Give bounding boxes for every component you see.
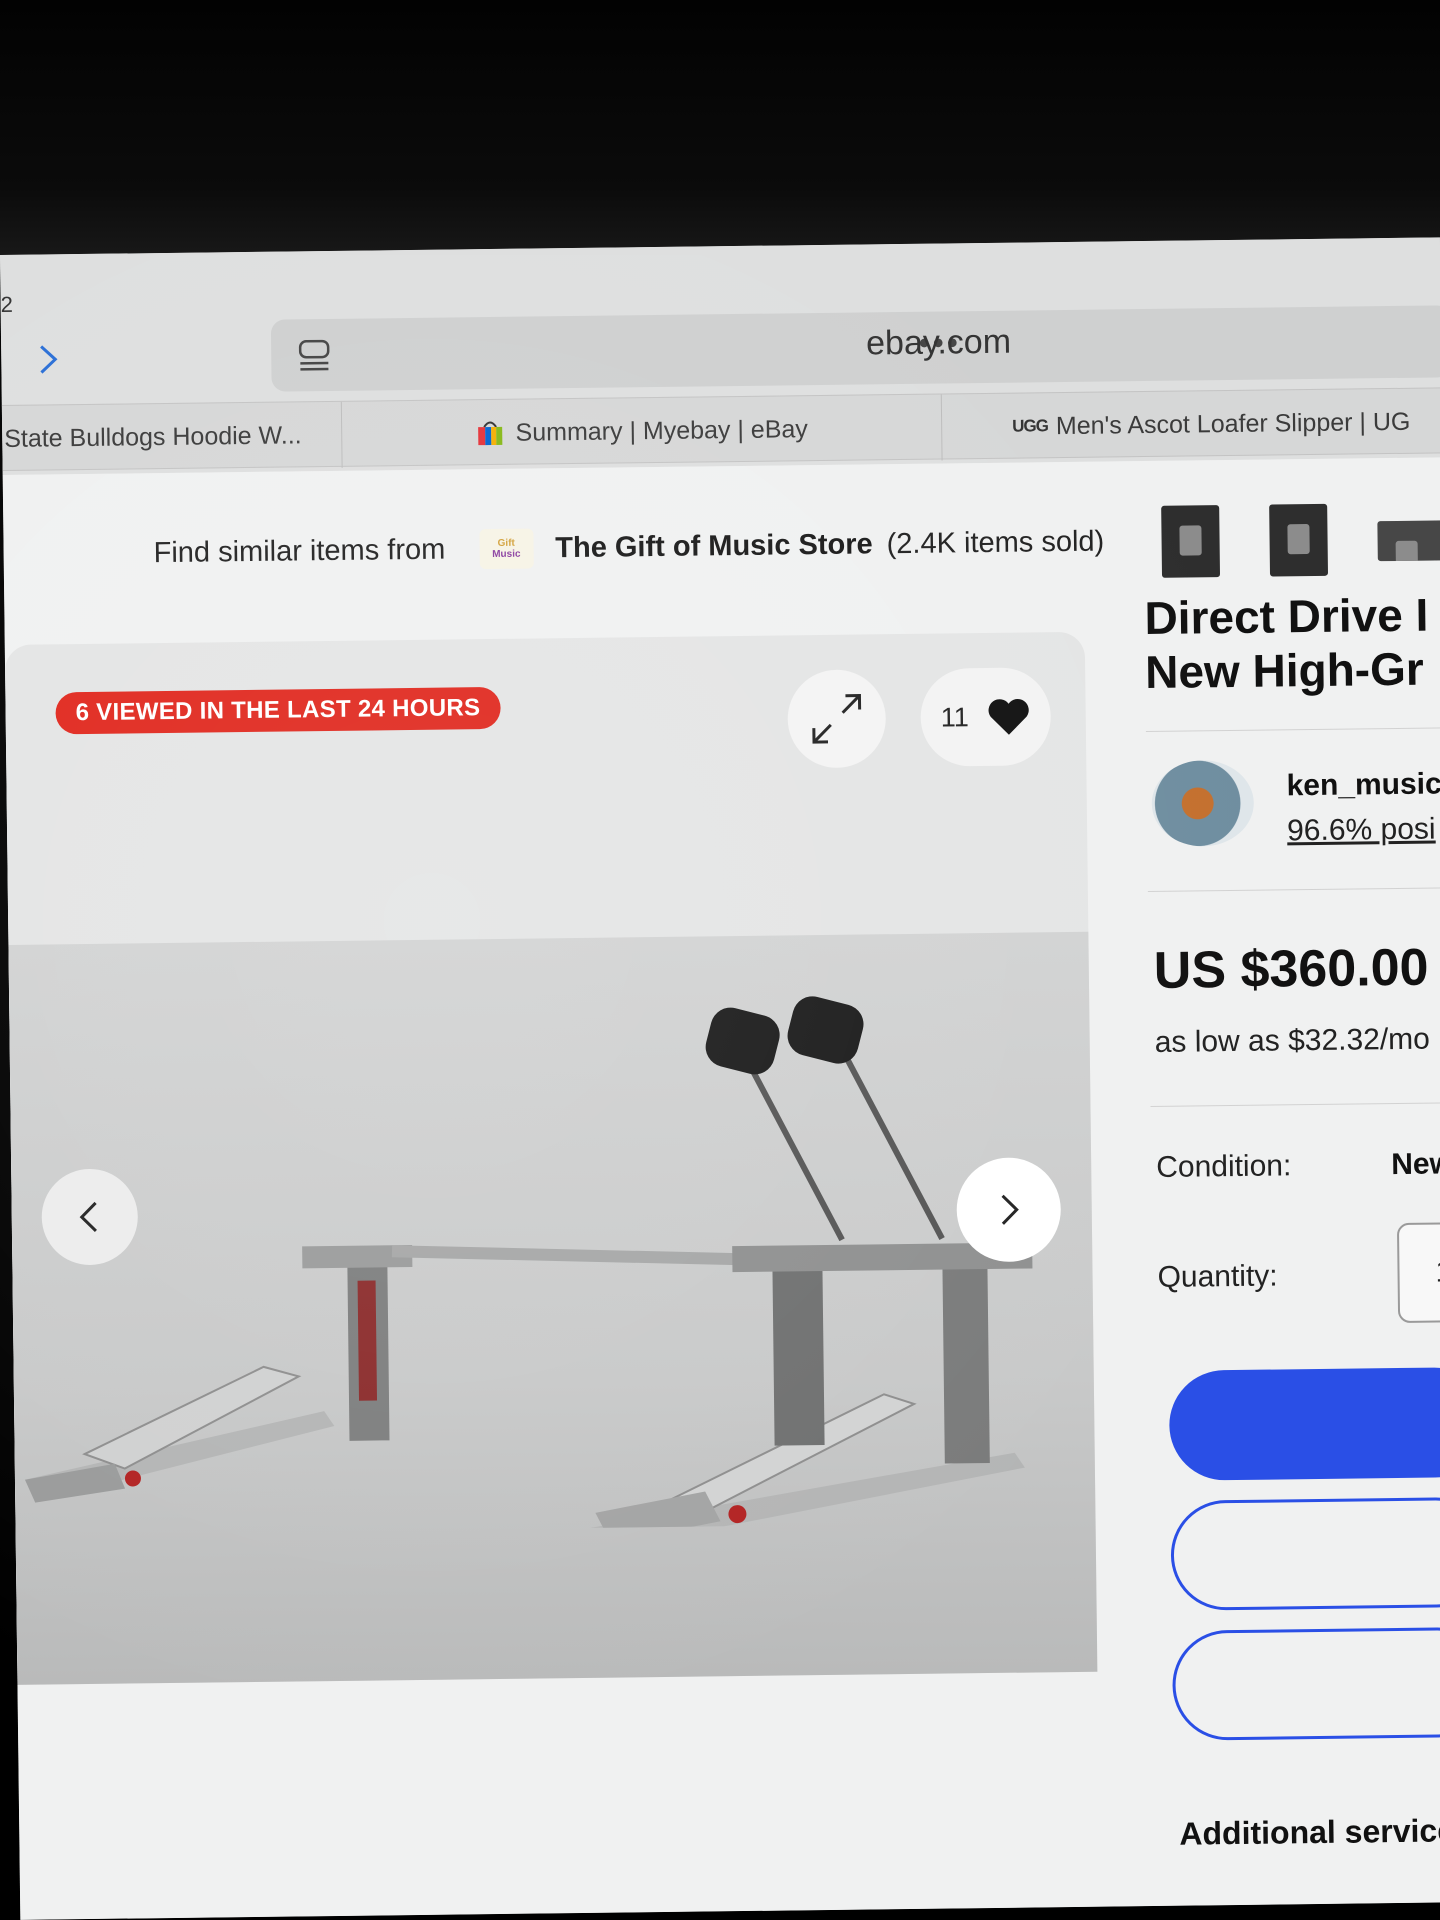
quantity-input[interactable]: 1 [1396, 1222, 1440, 1323]
find-similar-bar: Find similar items from Gift Music The G… [153, 522, 1104, 574]
ebay-bag-icon [478, 421, 503, 446]
item-price: US $360.00 [1153, 938, 1429, 1000]
tab-ugg-slipper[interactable]: UGG Men's Ascot Loafer Slipper | UG [942, 388, 1440, 460]
browser-window: 2 ●●● ebay.com State Bulldogs Hoodie W..… [0, 237, 1440, 1920]
tab-myebay-summary[interactable]: Summary | Myebay | eBay [341, 394, 943, 468]
quantity-label: Quantity: [1157, 1259, 1278, 1294]
tab-label: State Bulldogs Hoodie W... [4, 420, 302, 453]
tab-label: Summary | Myebay | eBay [515, 414, 808, 447]
heart-icon [988, 698, 1029, 735]
chevron-left-icon [79, 1201, 97, 1232]
divider [1150, 1102, 1440, 1108]
url-text: ebay.com [865, 322, 1012, 363]
add-to-cart-button[interactable] [1170, 1496, 1440, 1611]
expand-icon [812, 694, 862, 744]
image-gallery: 6 VIEWED IN THE LAST 24 HOURS 11 [4, 631, 1098, 1685]
watchlist-button[interactable]: 11 [920, 667, 1052, 767]
condition-label: Condition: [1156, 1149, 1292, 1184]
seller-info: ken_music 96.6% posi [1146, 757, 1440, 851]
viewed-badge: 6 VIEWED IN THE LAST 24 HOURS [55, 686, 501, 735]
similar-item-thumbnail[interactable] [1377, 520, 1440, 562]
listing-details: Direct Drive I New High-Gr ken_music 96.… [1144, 587, 1440, 1852]
similar-item-thumbnail[interactable] [1161, 505, 1221, 578]
similar-items-thumbnails [1161, 502, 1440, 578]
ebay-page: Find similar items from Gift Music The G… [2, 457, 1440, 1920]
condition-value: New [1391, 1147, 1440, 1182]
buy-it-now-button[interactable] [1168, 1366, 1440, 1481]
store-items-sold: (2.4K items sold) [886, 525, 1105, 560]
store-name-link[interactable]: The Gift of Music Store [555, 528, 873, 565]
add-to-watchlist-button[interactable] [1171, 1626, 1440, 1741]
watch-count: 11 [940, 701, 969, 733]
find-similar-label: Find similar items from [153, 533, 446, 569]
divider [1147, 887, 1440, 893]
additional-services-heading: Additional service [1179, 1812, 1440, 1852]
divider [1145, 727, 1440, 733]
seller-avatar[interactable] [1151, 759, 1255, 847]
seller-feedback-link[interactable]: 96.6% posi [1287, 813, 1436, 849]
listing-title: Direct Drive I New High-Gr [1144, 588, 1429, 699]
tab-hoodie[interactable]: State Bulldogs Hoodie W... [1, 401, 343, 472]
installment-text: as low as $32.32/mo [1154, 1022, 1431, 1059]
expand-image-button[interactable] [787, 669, 887, 769]
product-image[interactable] [9, 962, 1096, 1535]
forward-chevron-icon[interactable] [31, 342, 65, 376]
tab-strip: State Bulldogs Hoodie W... Summary | Mye… [1, 387, 1440, 472]
chevron-right-icon [1001, 1194, 1019, 1225]
ugg-favicon: UGG [1012, 416, 1049, 436]
monitor-bezel [0, 0, 1440, 270]
seller-name[interactable]: ken_music [1286, 767, 1440, 803]
similar-item-thumbnail[interactable] [1269, 503, 1329, 577]
store-logo[interactable]: Gift Music [479, 528, 534, 570]
browser-chrome: 2 ●●● ebay.com State Bulldogs Hoodie W..… [0, 237, 1440, 475]
tab-count[interactable]: 2 [0, 292, 13, 318]
reader-icon[interactable] [297, 339, 331, 375]
tab-label: Men's Ascot Loafer Slipper | UG [1055, 407, 1411, 440]
address-bar[interactable]: ●●● ebay.com [270, 305, 1440, 392]
